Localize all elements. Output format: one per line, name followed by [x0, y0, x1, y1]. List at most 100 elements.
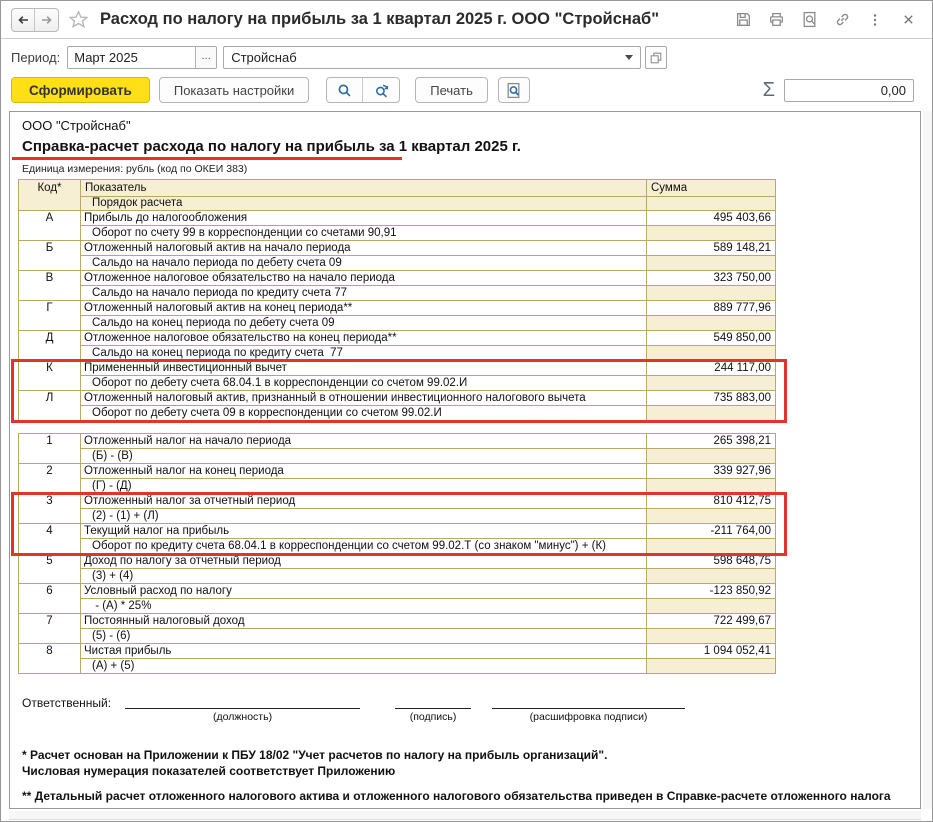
- signature-line: [125, 696, 360, 709]
- row-sum: 1 094 052,41: [647, 644, 775, 659]
- period-field: ...: [67, 46, 217, 69]
- generate-button[interactable]: Сформировать: [11, 77, 150, 103]
- row-sum: -123 850,92: [647, 584, 775, 599]
- row-code: 8: [19, 644, 81, 673]
- row-code: Л: [19, 391, 81, 420]
- period-picker-button[interactable]: ...: [195, 47, 216, 68]
- row-sum-fill: [647, 629, 775, 644]
- report-area: ООО "Стройснаб" Справка-расчет расхода п…: [9, 111, 921, 809]
- search-next-button[interactable]: [363, 78, 399, 102]
- numbers-table: 1 Отложенный налог на начало периода 265…: [18, 433, 776, 674]
- row-code: А: [19, 211, 81, 240]
- row-indicator: Условный расход по налогу: [81, 584, 647, 599]
- row-calc-order: Оборот по дебету счета 68.04.1 в корресп…: [81, 376, 647, 391]
- footnote-2: Числовая нумерация показателей соответст…: [22, 763, 920, 779]
- show-settings-button[interactable]: Показать настройки: [159, 77, 309, 103]
- row-calc-order: (А) + (5): [81, 659, 647, 674]
- preview-button-titlebar[interactable]: [797, 8, 821, 32]
- sigma-icon: Σ: [763, 79, 775, 102]
- organization-open-button[interactable]: [645, 46, 667, 69]
- save-button[interactable]: [731, 8, 755, 32]
- table-row: Д Отложенное налоговое обязательство на …: [19, 331, 775, 361]
- more-dots-icon: [867, 12, 883, 28]
- print-button-titlebar[interactable]: [764, 8, 788, 32]
- row-code: 7: [19, 614, 81, 643]
- period-input[interactable]: [68, 50, 195, 65]
- close-button[interactable]: [896, 8, 920, 32]
- unit-line: Единица измерения: рубль (код по ОКЕИ 38…: [22, 163, 920, 175]
- printer-icon: [768, 11, 785, 28]
- search-button-group: [326, 77, 400, 103]
- row-calc-order: (Г) - (Д): [81, 479, 647, 494]
- row-calc-order: Сальдо на начало периода по дебету счета…: [81, 256, 647, 271]
- favorite-star-icon[interactable]: [69, 10, 88, 29]
- row-code: 2: [19, 464, 81, 493]
- row-sum-fill: [647, 479, 775, 494]
- row-sum: 495 403,66: [647, 211, 775, 226]
- signature-sign: (подпись): [395, 696, 471, 723]
- header-code: Код*: [19, 180, 81, 210]
- row-sum-fill: [647, 346, 775, 361]
- table-row: Л Отложенный налоговый актив, признанный…: [19, 391, 775, 421]
- highlight-box: 3 Отложенный налог за отчетный период 81…: [19, 494, 775, 554]
- row-indicator: Отложенный налог за отчетный период: [81, 494, 647, 509]
- organization-combo[interactable]: Стройснаб: [223, 46, 641, 69]
- row-code: Б: [19, 241, 81, 270]
- table-row: К Примененный инвестиционный вычет 244 1…: [19, 361, 775, 391]
- header-indicator: Показатель: [81, 180, 647, 197]
- row-sum-fill: [647, 569, 775, 584]
- autosum-box: Σ: [763, 79, 914, 102]
- row-indicator: Отложенное налоговое обязательство на на…: [81, 271, 647, 286]
- link-button[interactable]: [830, 8, 854, 32]
- back-button[interactable]: [12, 9, 35, 31]
- row-sum-fill: [647, 256, 775, 271]
- footnote-1: * Расчет основан на Приложении к ПБУ 18/…: [22, 747, 920, 763]
- link-icon: [834, 11, 851, 28]
- row-calc-order: Сальдо на начало периода по кредиту счет…: [81, 286, 647, 301]
- row-code: К: [19, 361, 81, 390]
- row-indicator: Отложенный налоговый актив на начало пер…: [81, 241, 647, 256]
- row-code: В: [19, 271, 81, 300]
- row-indicator: Отложенное налоговое обязательство на ко…: [81, 331, 647, 346]
- highlight-box: К Примененный инвестиционный вычет 244 1…: [19, 361, 775, 421]
- vertical-scrollbar[interactable]: [923, 111, 932, 809]
- horizontal-scrollbar[interactable]: [9, 811, 921, 820]
- row-indicator: Доход по налогу за отчетный период: [81, 554, 647, 569]
- close-icon: [901, 12, 916, 27]
- row-code: Г: [19, 301, 81, 330]
- report-org-name: ООО "Стройснаб": [22, 118, 920, 134]
- responsible-label: Ответственный:: [22, 696, 111, 710]
- period-label: Период:: [11, 50, 60, 65]
- table-row: А Прибыль до налогообложения 495 403,66 …: [19, 211, 775, 241]
- signature-name: (расшифровка подписи): [492, 696, 685, 723]
- autosum-field[interactable]: [784, 79, 914, 102]
- open-form-icon: [649, 51, 663, 65]
- row-indicator: Отложенный налоговый актив, признанный в…: [81, 391, 647, 406]
- row-sum: 810 412,75: [647, 494, 775, 509]
- row-sum-fill: [647, 316, 775, 331]
- nav-group: [11, 8, 59, 32]
- search-button[interactable]: [327, 78, 363, 102]
- search-next-icon: [373, 82, 390, 99]
- row-code: 1: [19, 434, 81, 463]
- row-code: Д: [19, 331, 81, 360]
- forward-button[interactable]: [35, 9, 58, 31]
- row-sum: 265 398,21: [647, 434, 775, 449]
- row-sum: 244 117,00: [647, 361, 775, 376]
- row-sum-fill: [647, 599, 775, 614]
- print-preview-button[interactable]: [498, 77, 530, 103]
- titlebar: Расход по налогу на прибыль за 1 квартал…: [1, 1, 932, 39]
- signature-row: Ответственный: (должность) (подпись) (ра…: [22, 696, 920, 723]
- forward-arrow-icon: [39, 12, 55, 28]
- table-row: В Отложенное налоговое обязательство на …: [19, 271, 775, 301]
- table-row: 5 Доход по налогу за отчетный период 598…: [19, 554, 775, 584]
- filter-row: Период: ... Стройснаб: [11, 46, 667, 69]
- table-row: 1 Отложенный налог на начало периода 265…: [19, 434, 775, 464]
- print-button[interactable]: Печать: [415, 77, 488, 103]
- back-arrow-icon: [15, 12, 31, 28]
- organization-value: Стройснаб: [231, 50, 621, 65]
- search-icon: [336, 82, 353, 99]
- table-row: 2 Отложенный налог на конец периода 339 …: [19, 464, 775, 494]
- more-button[interactable]: [863, 8, 887, 32]
- signature-line: [395, 696, 471, 709]
